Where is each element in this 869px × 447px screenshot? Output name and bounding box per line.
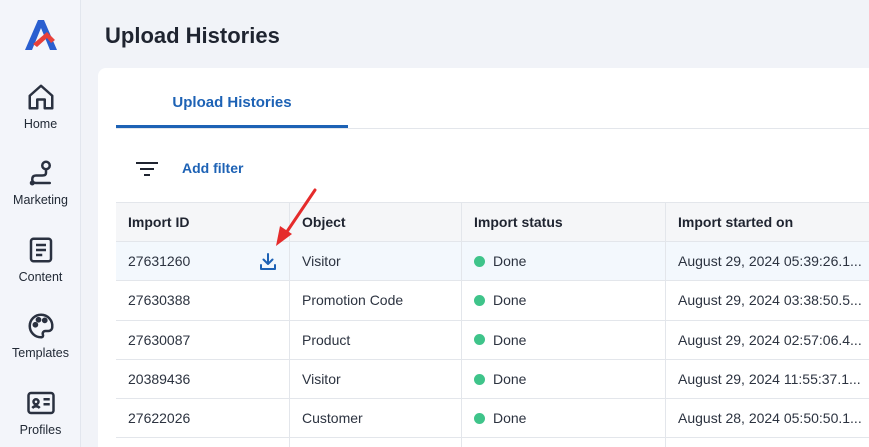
started-on-cell: August 29, 2024 03:38:50.5... (678, 292, 862, 309)
object-cell: Visitor (290, 242, 462, 281)
filter-icon[interactable] (136, 160, 158, 178)
object-cell: Product (290, 320, 462, 359)
table-row[interactable]: 27622026 Customer Done August 28, 2024 0… (116, 399, 869, 439)
table-row[interactable]: 27630087 Product Done August 29, 2024 02… (116, 320, 869, 360)
status-cell: Done (462, 242, 666, 281)
sidebar-item-label: Profiles (19, 423, 62, 437)
download-icon[interactable] (258, 252, 278, 272)
object-cell: Customer (290, 399, 462, 438)
add-filter-button[interactable]: Add filter (182, 160, 243, 176)
import-id-cell: 20389436 (116, 359, 290, 399)
started-on-cell: August 29, 2024 11:55:37.1... (678, 371, 861, 388)
status-label: Done (493, 331, 527, 348)
object-cell: Visitor (290, 359, 462, 399)
import-table: Import ID Object Import status Import st… (116, 202, 869, 447)
column-header-import-status[interactable]: Import status (462, 203, 666, 242)
import-id-cell: 27631260 (128, 253, 191, 270)
sidebar-item-profiles[interactable]: Profiles (0, 388, 81, 437)
sidebar-item-label: Templates (12, 346, 69, 360)
table-row[interactable]: 27630388 Promotion Code Done August 29, … (116, 281, 869, 321)
status-label: Done (493, 410, 527, 427)
column-header-object[interactable]: Object (290, 203, 462, 242)
sidebar-item-home[interactable]: Home (0, 82, 81, 131)
status-dot-icon (474, 373, 485, 385)
status-dot-icon (474, 294, 485, 306)
status-label: Done (493, 253, 527, 270)
started-on-cell: August 29, 2024 05:39:26.1... (678, 253, 862, 270)
sidebar-item-label: Marketing (13, 193, 68, 207)
sidebar-item-label: Home (23, 117, 58, 131)
sidebar-item-content[interactable]: Content (0, 235, 81, 284)
sidebar-item-templates[interactable]: Templates (0, 311, 81, 360)
home-icon (28, 84, 53, 110)
table-header: Import ID Object Import status Import st… (116, 202, 869, 242)
tab-divider (116, 128, 869, 129)
table-row[interactable]: 27631260 Visitor Done August 29, 2024 05… (116, 242, 869, 282)
status-label: Done (493, 292, 527, 309)
sidebar-item-marketing[interactable]: Marketing (0, 158, 81, 207)
sidebar-item-label: Content (18, 270, 63, 284)
table-row[interactable]: 20389436 Visitor Done August 29, 2024 11… (116, 359, 869, 400)
app-logo[interactable] (21, 14, 61, 54)
tab-upload-histories[interactable]: Upload Histories (116, 84, 348, 128)
status-dot-icon (474, 255, 485, 267)
column-header-import-started-on[interactable]: Import started on (666, 203, 869, 242)
status-dot-icon (474, 412, 485, 424)
table-row[interactable] (116, 438, 869, 447)
status-cell: Done (462, 281, 666, 320)
import-id-cell: 27630388 (116, 281, 290, 320)
id-card-icon (26, 391, 55, 415)
column-header-import-id[interactable]: Import ID (116, 203, 290, 242)
status-dot-icon (474, 334, 485, 346)
status-cell: Done (462, 359, 666, 399)
started-on-cell: August 29, 2024 02:57:06.4... (678, 331, 862, 348)
object-cell: Promotion Code (290, 281, 462, 320)
page-title: Upload Histories (105, 23, 280, 48)
route-icon (29, 160, 51, 186)
status-cell: Done (462, 399, 666, 438)
import-id-cell: 27630087 (116, 320, 290, 359)
document-icon (29, 237, 52, 263)
status-label: Done (493, 371, 527, 388)
palette-icon (28, 313, 54, 339)
started-on-cell: August 28, 2024 05:50:50.1... (678, 410, 862, 427)
import-id-cell: 27622026 (116, 399, 290, 438)
sidebar: Home Marketing Content Templates Profile… (0, 0, 81, 447)
status-cell: Done (462, 320, 666, 359)
